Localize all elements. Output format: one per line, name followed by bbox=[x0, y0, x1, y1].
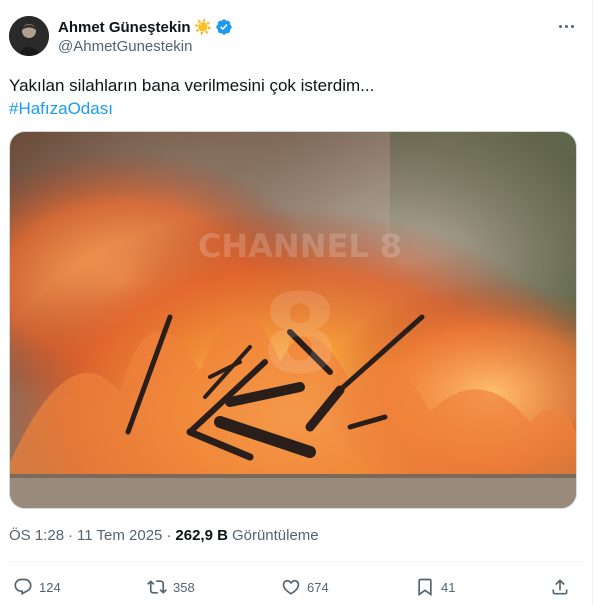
tweet-media-image[interactable]: CHANNEL 8 8 bbox=[9, 131, 577, 509]
like-count: 674 bbox=[307, 579, 329, 595]
hashtag-link[interactable]: #HafızaOdası bbox=[9, 97, 113, 121]
heart-icon bbox=[282, 579, 300, 595]
verified-badge-icon bbox=[215, 18, 233, 36]
more-horizontal-icon bbox=[558, 24, 562, 28]
bookmark-icon bbox=[418, 578, 432, 597]
tweet-date[interactable]: 11 Tem 2025 bbox=[77, 527, 162, 544]
more-dot bbox=[570, 24, 574, 28]
like-button[interactable]: 674 bbox=[281, 572, 329, 602]
tweet-meta: ÖS 1:28 · 11 Tem 2025 · 262,9 B Görüntül… bbox=[9, 527, 319, 544]
divider bbox=[9, 561, 583, 562]
avatar[interactable] bbox=[9, 16, 49, 56]
media-watermark: CHANNEL 8 bbox=[198, 227, 402, 265]
author-name[interactable]: Ahmet Güneştekin bbox=[58, 19, 191, 36]
media-watermark-numeral: 8 bbox=[262, 270, 339, 398]
repost-count: 358 bbox=[173, 579, 195, 595]
views-label: Görüntüleme bbox=[231, 527, 319, 544]
sun-emoji: ☀️ bbox=[193, 19, 213, 36]
bookmark-button[interactable]: 41 bbox=[415, 572, 455, 602]
share-button[interactable] bbox=[550, 572, 570, 602]
bookmark-count: 41 bbox=[441, 579, 456, 595]
repost-icon bbox=[147, 580, 167, 594]
tweet-text: Yakılan silahların bana verilmesini çok … bbox=[9, 76, 375, 95]
burning-weapons-photo: CHANNEL 8 8 bbox=[10, 132, 576, 508]
meta-separator: · bbox=[68, 527, 74, 544]
reply-button[interactable]: 124 bbox=[13, 572, 61, 602]
repost-button[interactable]: 358 bbox=[147, 572, 195, 602]
tweet-time[interactable]: ÖS 1:28 bbox=[9, 527, 64, 544]
more-options-button[interactable] bbox=[552, 16, 580, 36]
reply-count: 124 bbox=[39, 579, 61, 595]
author-name-row[interactable]: Ahmet Güneştekin ☀️ bbox=[58, 17, 233, 37]
tweet-card: Ahmet Güneştekin ☀️ @AhmetGunestekin Yak… bbox=[0, 0, 593, 605]
action-bar: 124 358 674 41 bbox=[9, 572, 575, 602]
meta-separator: · bbox=[166, 527, 172, 544]
reply-icon bbox=[14, 578, 32, 596]
share-icon bbox=[552, 579, 568, 595]
more-dot bbox=[564, 24, 568, 28]
avatar-image bbox=[9, 16, 49, 56]
views-count: 262,9 B bbox=[175, 527, 228, 544]
author-handle[interactable]: @AhmetGunestekin bbox=[58, 38, 192, 55]
